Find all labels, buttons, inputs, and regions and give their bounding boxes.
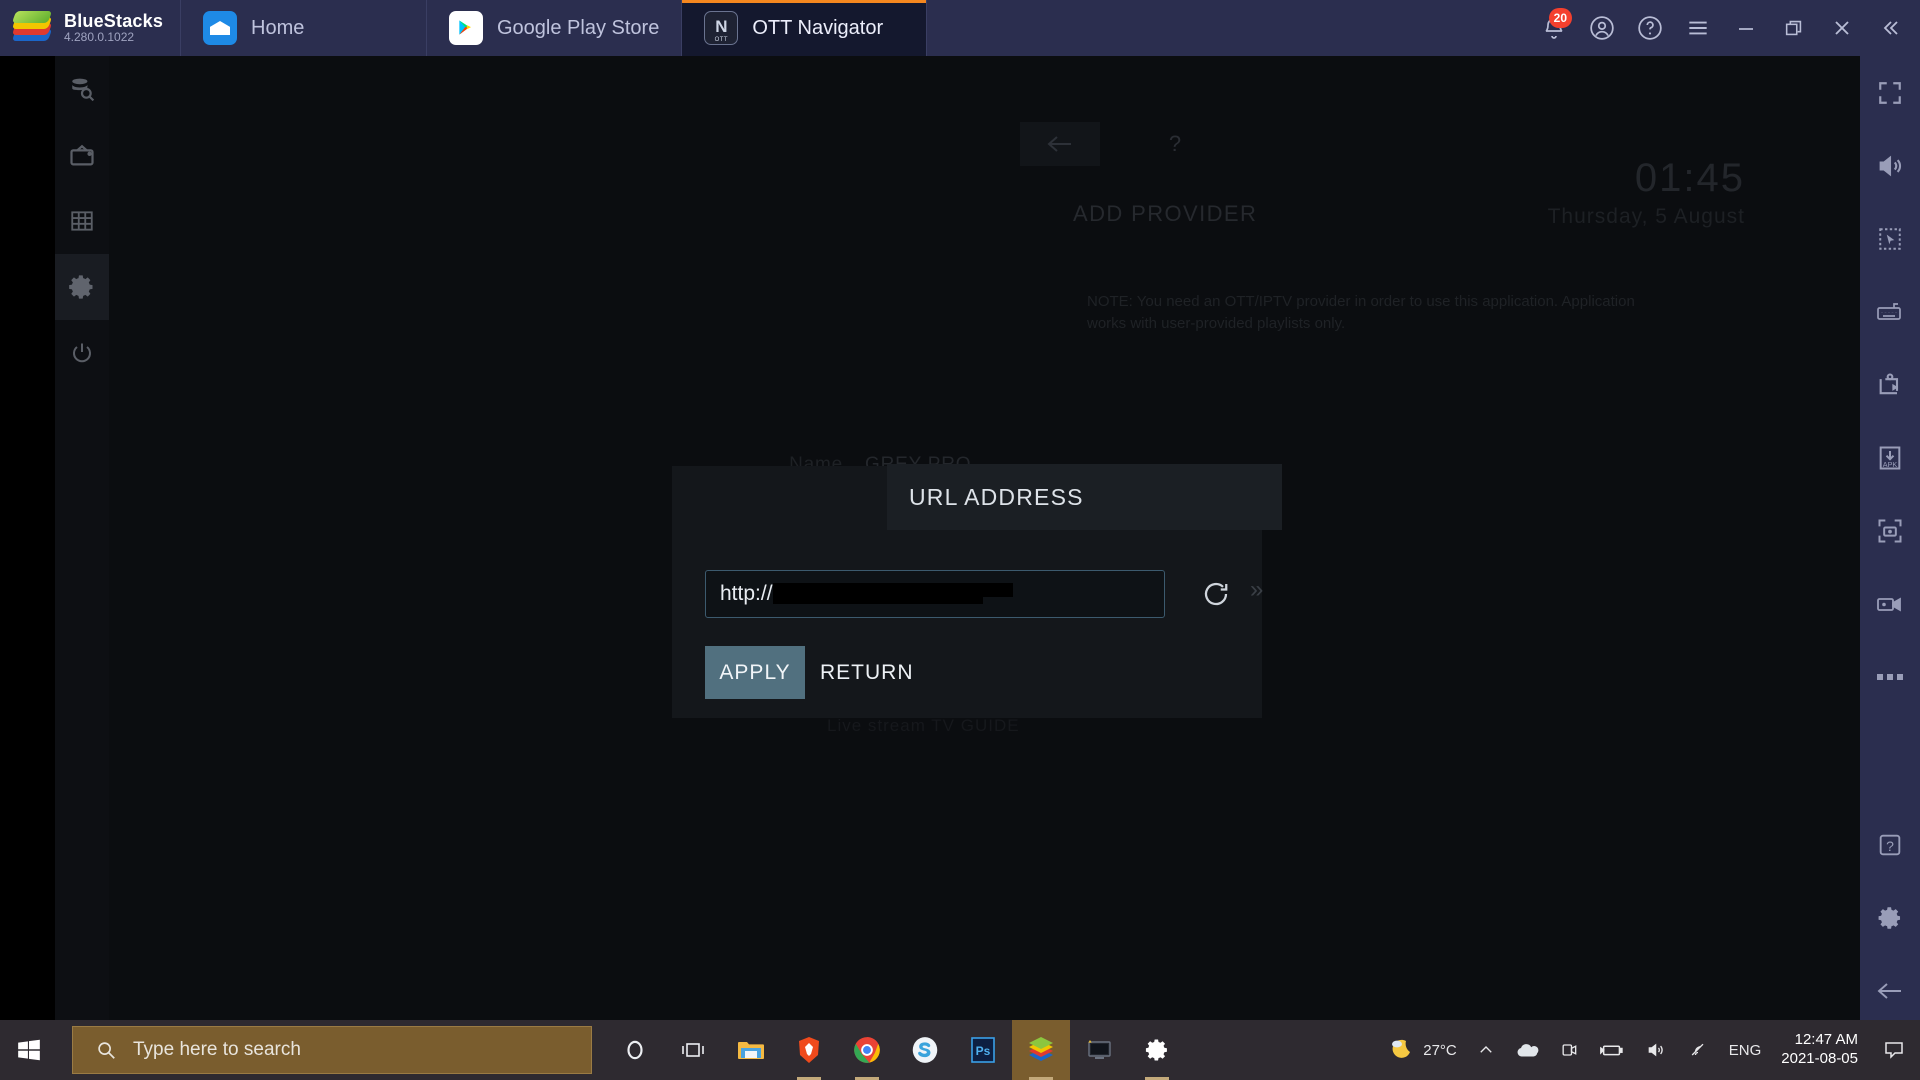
svg-text:Ps: Ps [976, 1044, 991, 1058]
close-icon[interactable] [1818, 0, 1866, 56]
return-button[interactable]: RETURN [820, 646, 914, 699]
help-icon[interactable]: ? [1860, 808, 1920, 881]
cursor-select-icon[interactable] [1860, 202, 1920, 275]
chevron-up-icon[interactable] [1467, 1020, 1505, 1080]
cortana-icon[interactable] [606, 1020, 664, 1080]
photoshop-icon[interactable]: Ps [954, 1020, 1012, 1080]
clock-date: 2021-08-05 [1781, 1050, 1858, 1067]
install-apk-icon[interactable]: APK [1860, 421, 1920, 494]
app-help-icon[interactable]: ? [1155, 122, 1195, 166]
app-clock-date: Thursday, 5 August [1547, 205, 1745, 228]
weather-widget[interactable]: 27°C [1377, 1020, 1467, 1080]
dialog-title: URL ADDRESS [909, 483, 1084, 510]
tab-google-play-store-label: Google Play Store [497, 16, 660, 39]
windows-taskbar: Type here to search Ps 27°C ENG 12:47 AM… [0, 1020, 1920, 1080]
google-chrome-icon[interactable] [838, 1020, 896, 1080]
onedrive-icon[interactable] [1505, 1020, 1549, 1080]
app-left-nav [55, 56, 109, 1020]
sidebar-item-settings[interactable] [55, 254, 109, 320]
minimize-icon[interactable] [1722, 0, 1770, 56]
dialog-title-bar: URL ADDRESS [887, 464, 1282, 530]
back-arrow-icon[interactable] [1860, 954, 1920, 1027]
bluestacks-titlebar: BlueStacks 4.280.0.1022 Home Google Play… [0, 0, 1920, 56]
screenshot-icon[interactable] [1860, 494, 1920, 567]
home-icon [203, 11, 237, 45]
app-clock-time: 01:45 [1634, 156, 1745, 200]
sidebar-item-power[interactable] [55, 320, 109, 386]
notification-badge: 20 [1548, 8, 1572, 28]
taskbar-clock[interactable]: 12:47 AM 2021-08-05 [1771, 1031, 1872, 1069]
camera-icon[interactable] [1549, 1020, 1589, 1080]
ott-navigator-icon: N OTT [704, 11, 739, 45]
search-placeholder: Type here to search [133, 1039, 301, 1060]
search-icon [98, 1042, 115, 1059]
titlebar-controls: 20 [1530, 0, 1920, 56]
google-play-icon [449, 11, 483, 45]
remote-desktop-icon[interactable] [1070, 1020, 1128, 1080]
bluestacks-brand: BlueStacks 4.280.0.1022 [0, 0, 180, 56]
refresh-icon[interactable] [1192, 570, 1240, 618]
svg-text:APK: APK [1883, 459, 1898, 468]
file-explorer-icon[interactable] [722, 1020, 780, 1080]
macro-play-icon[interactable] [1860, 348, 1920, 421]
url-address-dialog: URL ADDRESS http:// » APPLY RETURN [672, 464, 1282, 718]
page-title: ADD PROVIDER [1073, 201, 1258, 226]
svg-text:?: ? [1886, 837, 1894, 853]
ott-navigator-app: ? 01:45 Thursday, 5 August ADD PROVIDER … [55, 56, 1860, 1020]
settings-gear-icon[interactable] [1860, 881, 1920, 954]
notification-bell-icon[interactable]: 20 [1530, 0, 1578, 56]
bluestacks-logo-icon [11, 11, 54, 45]
sidebar-item-tv[interactable] [55, 122, 109, 188]
windows-start-icon[interactable] [0, 1020, 58, 1080]
brand-version: 4.280.0.1022 [64, 30, 135, 45]
volume-icon[interactable] [1860, 129, 1920, 202]
url-input[interactable]: http:// [705, 570, 1165, 618]
clock-time: 12:47 AM [1794, 1031, 1858, 1049]
bluestacks-sidebar: APK ? [1860, 56, 1920, 1080]
tab-home-label: Home [251, 16, 305, 39]
apply-button[interactable]: APPLY [705, 646, 805, 699]
moon-cloud-icon [1392, 1039, 1411, 1058]
form-footer-note: Live stream TV GUIDE [827, 716, 1020, 735]
battery-icon[interactable] [1589, 1020, 1635, 1080]
bluestacks-icon[interactable] [1012, 1020, 1070, 1080]
titlebar-spacer [927, 0, 1530, 56]
temperature: 27°C [1423, 1041, 1457, 1059]
more-icon[interactable] [1860, 640, 1920, 713]
wifi-icon[interactable] [1677, 1020, 1719, 1080]
skype-icon[interactable] [896, 1020, 954, 1080]
collapse-icon[interactable] [1866, 0, 1914, 56]
restore-icon[interactable] [1770, 0, 1818, 56]
task-view-icon[interactable] [664, 1020, 722, 1080]
tab-ott-navigator[interactable]: N OTT OTT Navigator [681, 0, 928, 56]
tab-home[interactable]: Home [180, 0, 426, 56]
page-note: NOTE: You need an OTT/IPTV provider in o… [1087, 293, 1635, 332]
record-video-icon[interactable] [1860, 567, 1920, 640]
notification-icon[interactable] [1872, 1020, 1916, 1080]
system-tray: 27°C ENG 12:47 AM 2021-08-05 [1377, 1020, 1920, 1080]
redaction-mark [772, 583, 1013, 604]
android-viewport: ? 01:45 Thursday, 5 August ADD PROVIDER … [0, 56, 1860, 1020]
sidebar-item-search-database[interactable] [55, 56, 109, 122]
menu-icon[interactable] [1674, 0, 1722, 56]
help-icon[interactable] [1626, 0, 1674, 56]
language-indicator[interactable]: ENG [1719, 1020, 1772, 1080]
app-back-button[interactable] [1020, 122, 1100, 166]
search-input[interactable]: Type here to search [72, 1026, 592, 1074]
volume-icon[interactable] [1635, 1020, 1677, 1080]
keyboard-controls-icon[interactable] [1860, 275, 1920, 348]
chevron-right-icon[interactable]: » [1250, 576, 1263, 604]
account-icon[interactable] [1578, 0, 1626, 56]
tab-ott-navigator-label: OTT Navigator [752, 16, 884, 39]
fullscreen-icon[interactable] [1860, 56, 1920, 129]
tab-google-play-store[interactable]: Google Play Store [426, 0, 681, 56]
sidebar-item-grid[interactable] [55, 188, 109, 254]
brave-browser-icon[interactable] [780, 1020, 838, 1080]
settings-gear-icon[interactable] [1128, 1020, 1186, 1080]
brand-name: BlueStacks [64, 11, 164, 32]
app-clock: 01:45 Thursday, 5 August [1548, 156, 1745, 229]
url-input-value: http:// [720, 582, 773, 605]
